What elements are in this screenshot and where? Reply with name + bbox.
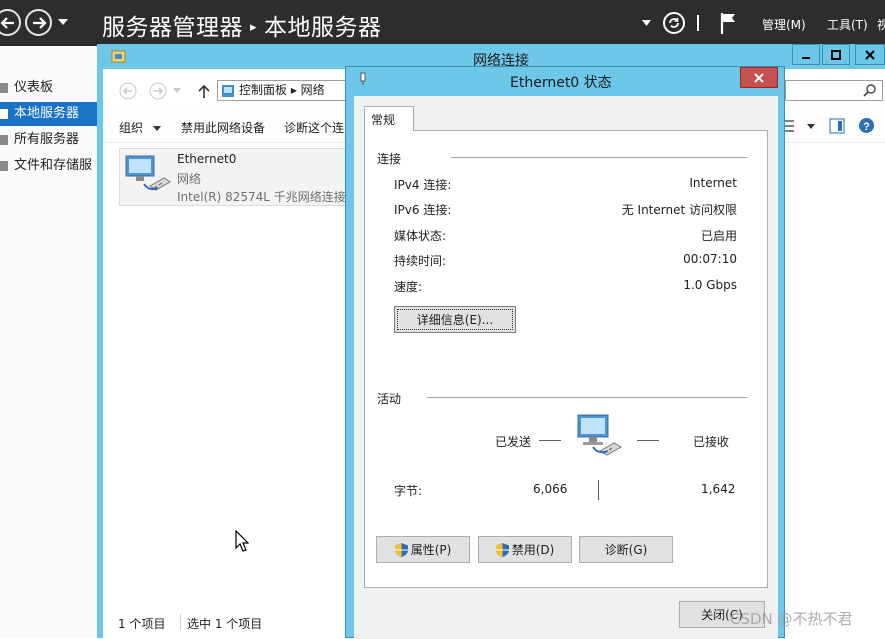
address-input[interactable]: 控制面板 ▸ 网络	[217, 80, 357, 101]
nav-item-label: 仪表板	[14, 80, 54, 95]
search-input[interactable]	[785, 80, 883, 101]
details-button[interactable]: 详细信息(E)...	[394, 306, 516, 333]
mouse-cursor-icon	[235, 530, 249, 552]
dialog-title: Ethernet0 状态	[510, 75, 612, 91]
bytes-divider	[598, 480, 599, 500]
item-count: 1 个项目	[118, 617, 166, 631]
speed-value: 1.0 Gbps	[683, 278, 737, 292]
disable-label: 禁用(D)	[511, 543, 555, 557]
diagnose-connection-button[interactable]: 诊断这个连	[284, 119, 344, 136]
activity-group-label: 活动	[377, 392, 402, 406]
minimize-button[interactable]	[792, 44, 820, 65]
diagnose-button[interactable]: 诊断(G)	[579, 536, 673, 563]
breadcrumb-current: 本地服务器	[264, 15, 382, 41]
forward-icon[interactable]	[25, 9, 52, 36]
received-line	[637, 440, 659, 441]
control-panel-icon	[221, 84, 235, 98]
speed-label: 速度:	[394, 280, 423, 294]
selected-count: 选中 1 个项目	[187, 617, 263, 631]
server-manager-header: 服务器管理器 ▸ 本地服务器 管理(M) 工具(T) 视	[0, 0, 885, 46]
up-arrow-icon[interactable]	[197, 83, 211, 99]
properties-button[interactable]: 属性(P)	[376, 536, 470, 563]
network-adapter-icon	[124, 154, 172, 198]
preview-pane-icon[interactable]	[829, 118, 845, 134]
storage-icon	[0, 161, 8, 171]
chevron-down-icon	[152, 126, 161, 131]
duration-value: 00:07:10	[683, 252, 737, 266]
forward-icon[interactable]	[149, 82, 167, 100]
media-state-value: 已启用	[700, 229, 737, 243]
tools-menu[interactable]: 工具(T)	[827, 16, 868, 33]
toolbar-divider	[697, 0, 699, 46]
breadcrumb-separator-icon: ▸	[250, 20, 258, 35]
search-icon	[863, 84, 876, 97]
view-menu[interactable]: 视	[877, 16, 885, 33]
dashboard-icon	[0, 83, 8, 93]
uac-shield-icon	[495, 542, 509, 557]
refresh-icon[interactable]	[662, 0, 686, 46]
notifications-flag-icon[interactable]	[719, 0, 737, 46]
ipv4-label: IPv4 连接:	[394, 178, 452, 192]
received-label: 已接收	[693, 435, 730, 449]
nav-item-all-servers[interactable]: 所有服务器	[0, 128, 97, 152]
maximize-button[interactable]	[822, 44, 850, 65]
adapter-name: Ethernet0	[177, 152, 237, 166]
dialog-close-button[interactable]	[740, 67, 778, 88]
ipv4-value: Internet	[689, 176, 737, 190]
dialog-body: 常规 连接 IPv4 连接: Internet IPv6 连接: 无 Inter…	[354, 96, 778, 639]
general-tab-panel: 连接 IPv4 连接: Internet IPv6 连接: 无 Internet…	[364, 130, 768, 588]
ipv6-label: IPv6 连接:	[394, 203, 452, 217]
recent-locations-icon[interactable]	[173, 88, 181, 93]
refresh-dropdown-icon[interactable]	[642, 0, 651, 46]
ipv6-value: 无 Internet 访问权限	[621, 203, 737, 217]
disable-device-button[interactable]: 禁用此网络设备	[181, 119, 265, 136]
disable-button[interactable]: 禁用(D)	[478, 536, 572, 563]
help-icon[interactable]: ?	[858, 117, 875, 134]
bytes-received-value: 1,642	[701, 482, 736, 496]
bytes-sent-value: 6,066	[533, 482, 568, 496]
back-icon[interactable]	[119, 82, 137, 100]
watermark: CSDN @不热不君	[730, 610, 853, 628]
uac-shield-icon	[394, 542, 408, 557]
nav-item-dashboard[interactable]: 仪表板	[0, 76, 97, 100]
server-icon	[0, 109, 8, 119]
network-activity-icon	[574, 413, 624, 459]
sent-line	[539, 440, 561, 441]
network-icon	[358, 72, 368, 86]
connection-group-label: 连接	[377, 152, 402, 166]
view-dropdown-icon[interactable]	[807, 124, 815, 129]
organize-button[interactable]: 组织	[119, 119, 161, 136]
adapter-type: 网络	[177, 172, 202, 186]
media-state-label: 媒体状态:	[394, 229, 447, 243]
svg-text:?: ?	[863, 121, 870, 133]
nav-item-label: 本地服务器	[14, 106, 80, 121]
nav-item-file-storage[interactable]: 文件和存储服	[0, 154, 97, 178]
duration-label: 持续时间:	[394, 254, 447, 268]
divider	[451, 157, 747, 158]
sent-label: 已发送	[495, 435, 532, 449]
servers-icon	[0, 135, 8, 145]
tab-general[interactable]: 常规	[364, 106, 414, 131]
back-icon[interactable]	[0, 9, 21, 36]
breadcrumb: 服务器管理器 ▸ 本地服务器	[102, 8, 382, 42]
adapter-description: Intel(R) 82574L 千兆网络连接	[177, 190, 346, 204]
nav-item-label: 文件和存储服	[14, 158, 93, 173]
network-adapter-item[interactable]: Ethernet0 网络 Intel(R) 82574L 千兆网络连接	[119, 148, 349, 206]
status-divider	[180, 614, 181, 630]
nav-item-label: 所有服务器	[14, 132, 80, 147]
close-button[interactable]	[855, 44, 885, 65]
server-manager-nav: 仪表板 本地服务器 所有服务器 文件和存储服	[0, 46, 97, 638]
bytes-label: 字节:	[394, 484, 423, 498]
organize-label: 组织	[119, 121, 144, 135]
address-path: 控制面板 ▸ 网络	[239, 83, 325, 97]
network-folder-icon	[111, 49, 126, 64]
divider	[427, 397, 747, 398]
ethernet-status-dialog: Ethernet0 状态 常规 连接 IPv4 连接: Internet IPv…	[345, 66, 785, 639]
history-dropdown-icon[interactable]	[58, 18, 68, 26]
nav-item-local-server[interactable]: 本地服务器	[0, 102, 97, 126]
properties-label: 属性(P)	[410, 543, 452, 557]
breadcrumb-root[interactable]: 服务器管理器	[102, 15, 243, 41]
manage-menu[interactable]: 管理(M)	[762, 16, 806, 33]
